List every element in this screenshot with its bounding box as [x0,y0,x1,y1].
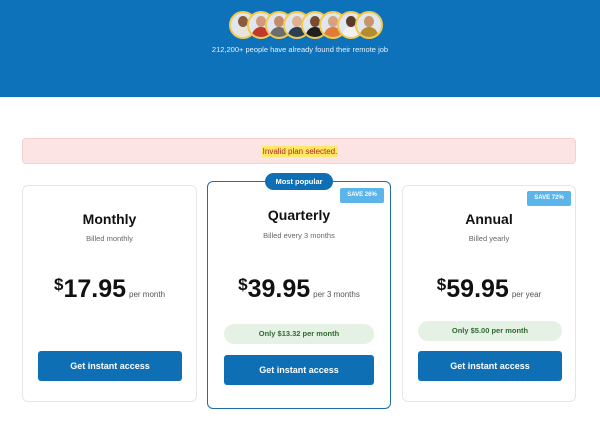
social-proof-text: 212,200+ people have already found their… [211,45,389,54]
alert-message: Invalid plan selected. [261,146,339,157]
save-badge: SAVE 72% [527,191,571,206]
price-currency: $ [238,275,248,294]
plan-billing: Billed yearly [468,234,510,243]
plan-title: Annual [465,211,513,227]
get-access-button-monthly[interactable]: Get instant access [38,351,182,381]
plan-billing: Billed monthly [86,234,133,243]
price-currency: $ [436,275,447,294]
price-period: per 3 months [313,290,360,299]
monthly-savings-pill: Only $5.00 per month [418,321,562,341]
price-amount: 17.95 [63,275,126,303]
plan-billing: Billed every 3 months [263,231,335,240]
hero-banner: 212,200+ people have already found their… [0,0,600,97]
avatar-stack [229,11,383,39]
save-badge: SAVE 26% [340,188,384,203]
get-access-button-annual[interactable]: Get instant access [418,351,562,381]
plan-card-monthly: Monthly Billed monthly $17.95 per month G… [22,185,197,402]
plan-title: Quarterly [267,207,331,223]
price-period: per year [511,290,542,299]
plan-card-quarterly: SAVE 26% Quarterly Billed every 3 months… [207,181,391,409]
price-period: per month [129,290,166,299]
plan-title: Monthly [82,211,137,227]
plan-price: $17.95 per month [23,275,196,304]
monthly-savings-pill: Only $13.32 per month [224,324,374,344]
plan-price: $59.95 per year [403,275,575,304]
alert-message-wrap: Invalid plan selected. [23,146,577,157]
price-amount: 39.95 [247,275,311,303]
error-alert: Invalid plan selected. [22,138,576,164]
plan-card-annual: SAVE 72% Annual Billed yearly $59.95 per … [402,185,576,402]
plan-price: $39.95 per 3 months [208,275,390,304]
price-amount: 59.95 [446,275,509,303]
avatar-8 [355,11,383,39]
get-access-button-quarterly[interactable]: Get instant access [224,355,374,385]
most-popular-ribbon: Most popular [265,173,333,190]
